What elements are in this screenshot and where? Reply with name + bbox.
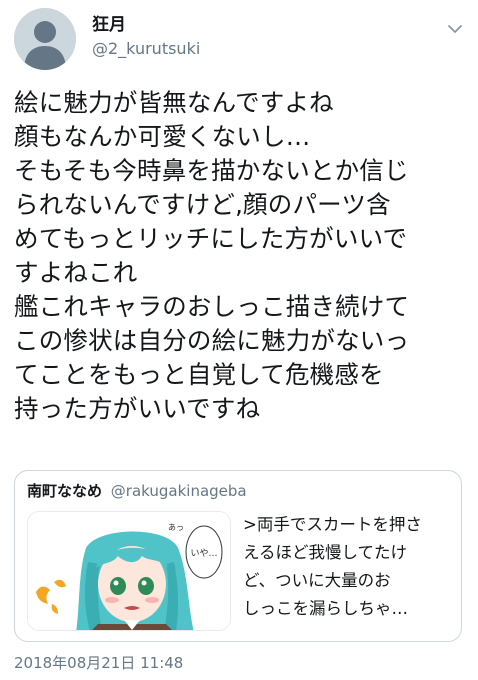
tweet-text-line: 絵に魅力が皆無なんですよね [14, 88, 334, 117]
tweet-body: 絵に魅力が皆無なんですよね 顔もなんか可愛くないし… そもそも今時鼻を描かないと… [14, 86, 470, 426]
default-avatar-icon[interactable] [14, 8, 76, 70]
quoted-tweet-text: >両手でスカートを押さ えるほど我慢してたけ ど、ついに大量のお しっこを漏らし… [243, 511, 457, 623]
quoted-tweet-card[interactable]: 南町ななめ @rakugakinageba いや… あっ >両手でスカートを押さ… [14, 470, 462, 642]
author-block: 狂月 @2_kurutsuki [92, 14, 200, 60]
tweet-text-line: 顔もなんか可愛くないし… [14, 122, 311, 151]
thumbnail-bubble-text: いや… [190, 548, 217, 559]
quoted-text-line: えるほど我慢してたけ [243, 543, 408, 562]
thumbnail-small-text: あっ [168, 523, 184, 532]
quoted-text-line: ど、ついに大量のお [243, 571, 391, 590]
tweet-text-line: てことをもっと自覚して危機感を [14, 360, 384, 389]
tweet-text-line: めてもっとリッチにした方がいいで [14, 224, 408, 253]
tweet-text-line: 持った方がいいですね [14, 394, 261, 423]
tweet-text-line: られないんですけど,顔のパーツ含 [14, 190, 391, 219]
chevron-down-icon[interactable] [446, 20, 464, 38]
tweet-text-line: この惨状は自分の絵に魅力がないっ [14, 326, 410, 355]
tweet-text-line: 艦これキャラのおしっこ描き続けて [14, 292, 410, 321]
quoted-author-name: 南町ななめ [27, 482, 103, 500]
quoted-text-line: >両手でスカートを押さ [243, 515, 422, 534]
quoted-author-handle: @rakugakinageba [110, 482, 247, 500]
tweet-timestamp[interactable]: 2018年08月21日 11:48 [14, 653, 183, 673]
quoted-tweet-header: 南町ななめ @rakugakinageba [27, 481, 247, 501]
anime-illustration-thumbnail[interactable]: いや… あっ [27, 511, 231, 631]
quoted-text-line: しっこを漏らしちゃ… [243, 599, 408, 618]
tweet-header: 狂月 @2_kurutsuki [14, 8, 464, 72]
author-handle[interactable]: @2_kurutsuki [92, 38, 200, 60]
tweet-text-line: そもそも今時鼻を描かないとか信じ [14, 156, 409, 185]
author-name[interactable]: 狂月 [92, 14, 200, 36]
tweet-text-line: すよねこれ [14, 258, 138, 287]
